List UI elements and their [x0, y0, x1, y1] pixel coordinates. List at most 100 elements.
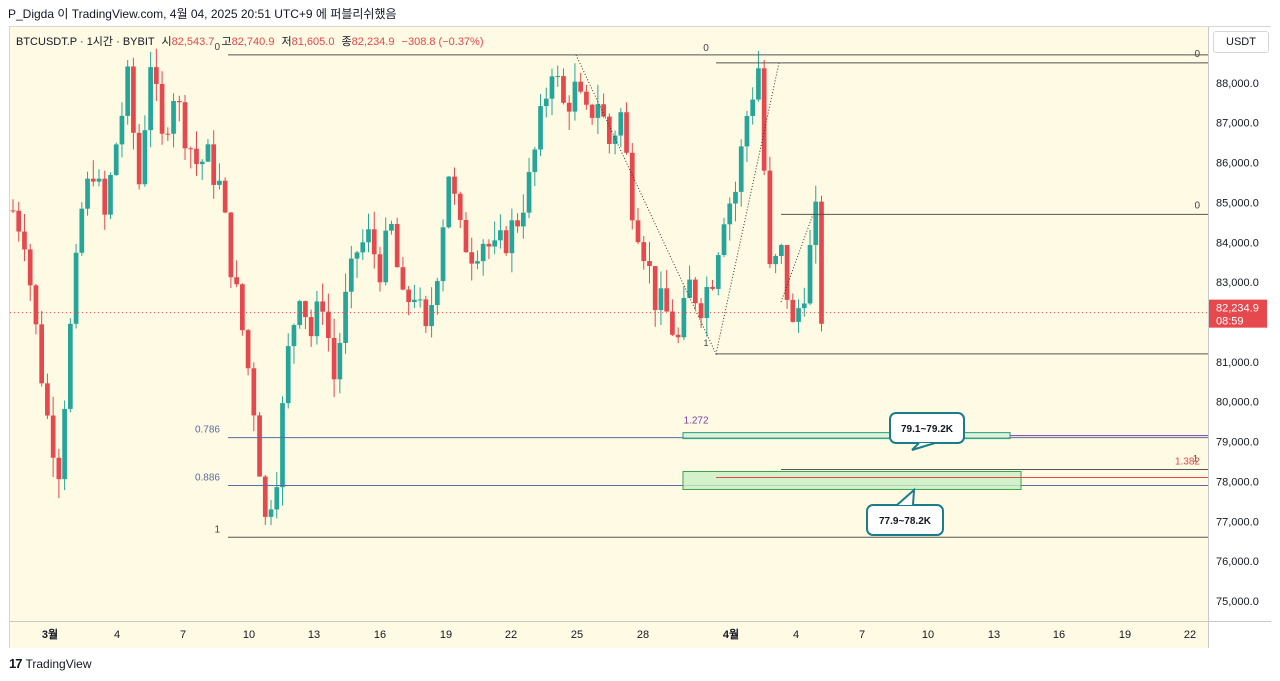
candle-body	[136, 132, 142, 185]
candle-body	[647, 261, 652, 267]
candle-body	[434, 281, 440, 306]
candle-body	[457, 193, 463, 220]
open-value: 82,543.7	[171, 36, 215, 48]
candle-body	[194, 148, 199, 165]
time-tick: 28	[637, 629, 649, 641]
candlestick-chart[interactable]: 00.7860.88610001.2721.3821179.1~79.2K77.…	[0, 0, 1280, 681]
candle-body	[561, 76, 566, 103]
price-tick: 84,000.0	[1216, 237, 1259, 249]
candle-body	[566, 102, 572, 112]
open-label: 시	[161, 36, 172, 48]
candle-body	[480, 243, 486, 262]
candle-body	[348, 258, 354, 292]
price-tick: 80,000.0	[1216, 397, 1259, 409]
candle-body	[188, 148, 194, 150]
close-value: 82,234.9	[351, 36, 395, 48]
marker-1272: 1.272	[683, 416, 708, 427]
candle-body	[675, 334, 681, 338]
candle-body	[125, 66, 131, 116]
candle-body	[366, 229, 371, 243]
time-tick: 4월	[723, 627, 739, 641]
candle-body	[285, 346, 291, 404]
time-tick: 25	[571, 629, 583, 641]
candle-body	[652, 266, 658, 311]
candle-body	[549, 76, 555, 99]
fib-label: 0.786	[195, 425, 220, 436]
candle-body	[176, 101, 182, 103]
candle-body	[320, 301, 325, 312]
price-tick: 77,000.0	[1216, 516, 1259, 528]
candle-body	[268, 509, 274, 517]
candle-body	[274, 487, 280, 510]
candle-body	[801, 303, 807, 309]
candle-body	[629, 152, 635, 221]
price-tick: 76,000.0	[1216, 556, 1259, 568]
currency-button[interactable]: USDT	[1213, 31, 1269, 53]
candle-body	[62, 408, 67, 480]
zone-callout-2[interactable]: 77.9~78.2K	[866, 487, 944, 536]
candle-body	[738, 146, 744, 192]
symbol-label[interactable]: BTCUSDT.P · 1시간 · BYBIT	[16, 36, 154, 48]
candle-body	[532, 149, 538, 173]
candle-body	[251, 368, 257, 416]
time-tick: 16	[374, 629, 386, 641]
candle-body	[360, 242, 366, 253]
candle-body	[515, 220, 520, 227]
candle-body	[635, 220, 641, 243]
candle-body	[262, 476, 268, 517]
candle-body	[446, 176, 452, 228]
last-price-value: 82,234.9	[1216, 303, 1259, 315]
candle-body	[589, 104, 595, 118]
candle-body	[721, 224, 727, 256]
close-label: 종	[341, 36, 352, 48]
time-tick: 16	[1053, 629, 1065, 641]
candle-body	[750, 99, 756, 116]
candle-body	[50, 415, 56, 458]
marker-one: 1	[1193, 454, 1198, 464]
candle-body	[601, 104, 606, 117]
candle-body	[452, 176, 457, 194]
candle-body	[704, 286, 710, 318]
price-tick: 78,000.0	[1216, 476, 1259, 488]
candle-body	[113, 144, 119, 175]
candle-body	[102, 178, 108, 215]
candle-body	[245, 330, 251, 369]
candle-body	[417, 299, 423, 301]
candle-body	[16, 210, 22, 232]
candle-body	[440, 227, 446, 282]
candle-body	[503, 230, 509, 254]
candle-body	[526, 172, 532, 213]
candle-body	[45, 383, 50, 416]
candle-body	[670, 311, 675, 335]
time-tick: 10	[243, 629, 255, 641]
candle-body	[383, 230, 389, 283]
candle-body	[96, 178, 102, 182]
candle-body	[303, 301, 308, 318]
candle-body	[56, 457, 62, 480]
candle-body	[331, 337, 337, 380]
candle-body	[423, 299, 429, 327]
last-price-countdown: 08:59	[1216, 316, 1244, 328]
candle-body	[67, 323, 73, 409]
candle-body	[27, 249, 33, 286]
low-value: 81,605.0	[291, 36, 335, 48]
change-value: −308.8 (−0.37%)	[401, 36, 484, 48]
candle-body	[618, 112, 624, 136]
callout-label: 77.9~78.2K	[879, 516, 932, 527]
candle-body	[761, 68, 767, 171]
candle-body	[377, 254, 383, 283]
candle-body	[429, 305, 434, 327]
candle-body	[606, 116, 612, 144]
tradingview-brand: 17 TradingView	[9, 656, 92, 671]
extension-label: 0	[1194, 200, 1200, 211]
candle-body	[692, 279, 698, 304]
time-tick: 22	[505, 629, 517, 641]
zone-callout-1[interactable]: 79.1~79.2K	[889, 412, 965, 451]
candle-body	[710, 286, 715, 289]
candle-body	[85, 178, 90, 209]
price-tick: 75,000.0	[1216, 596, 1259, 608]
high-value: 82,740.9	[231, 36, 275, 48]
candle-body	[205, 144, 211, 162]
candle-body	[767, 170, 773, 265]
extension-label: 0	[1194, 49, 1200, 60]
